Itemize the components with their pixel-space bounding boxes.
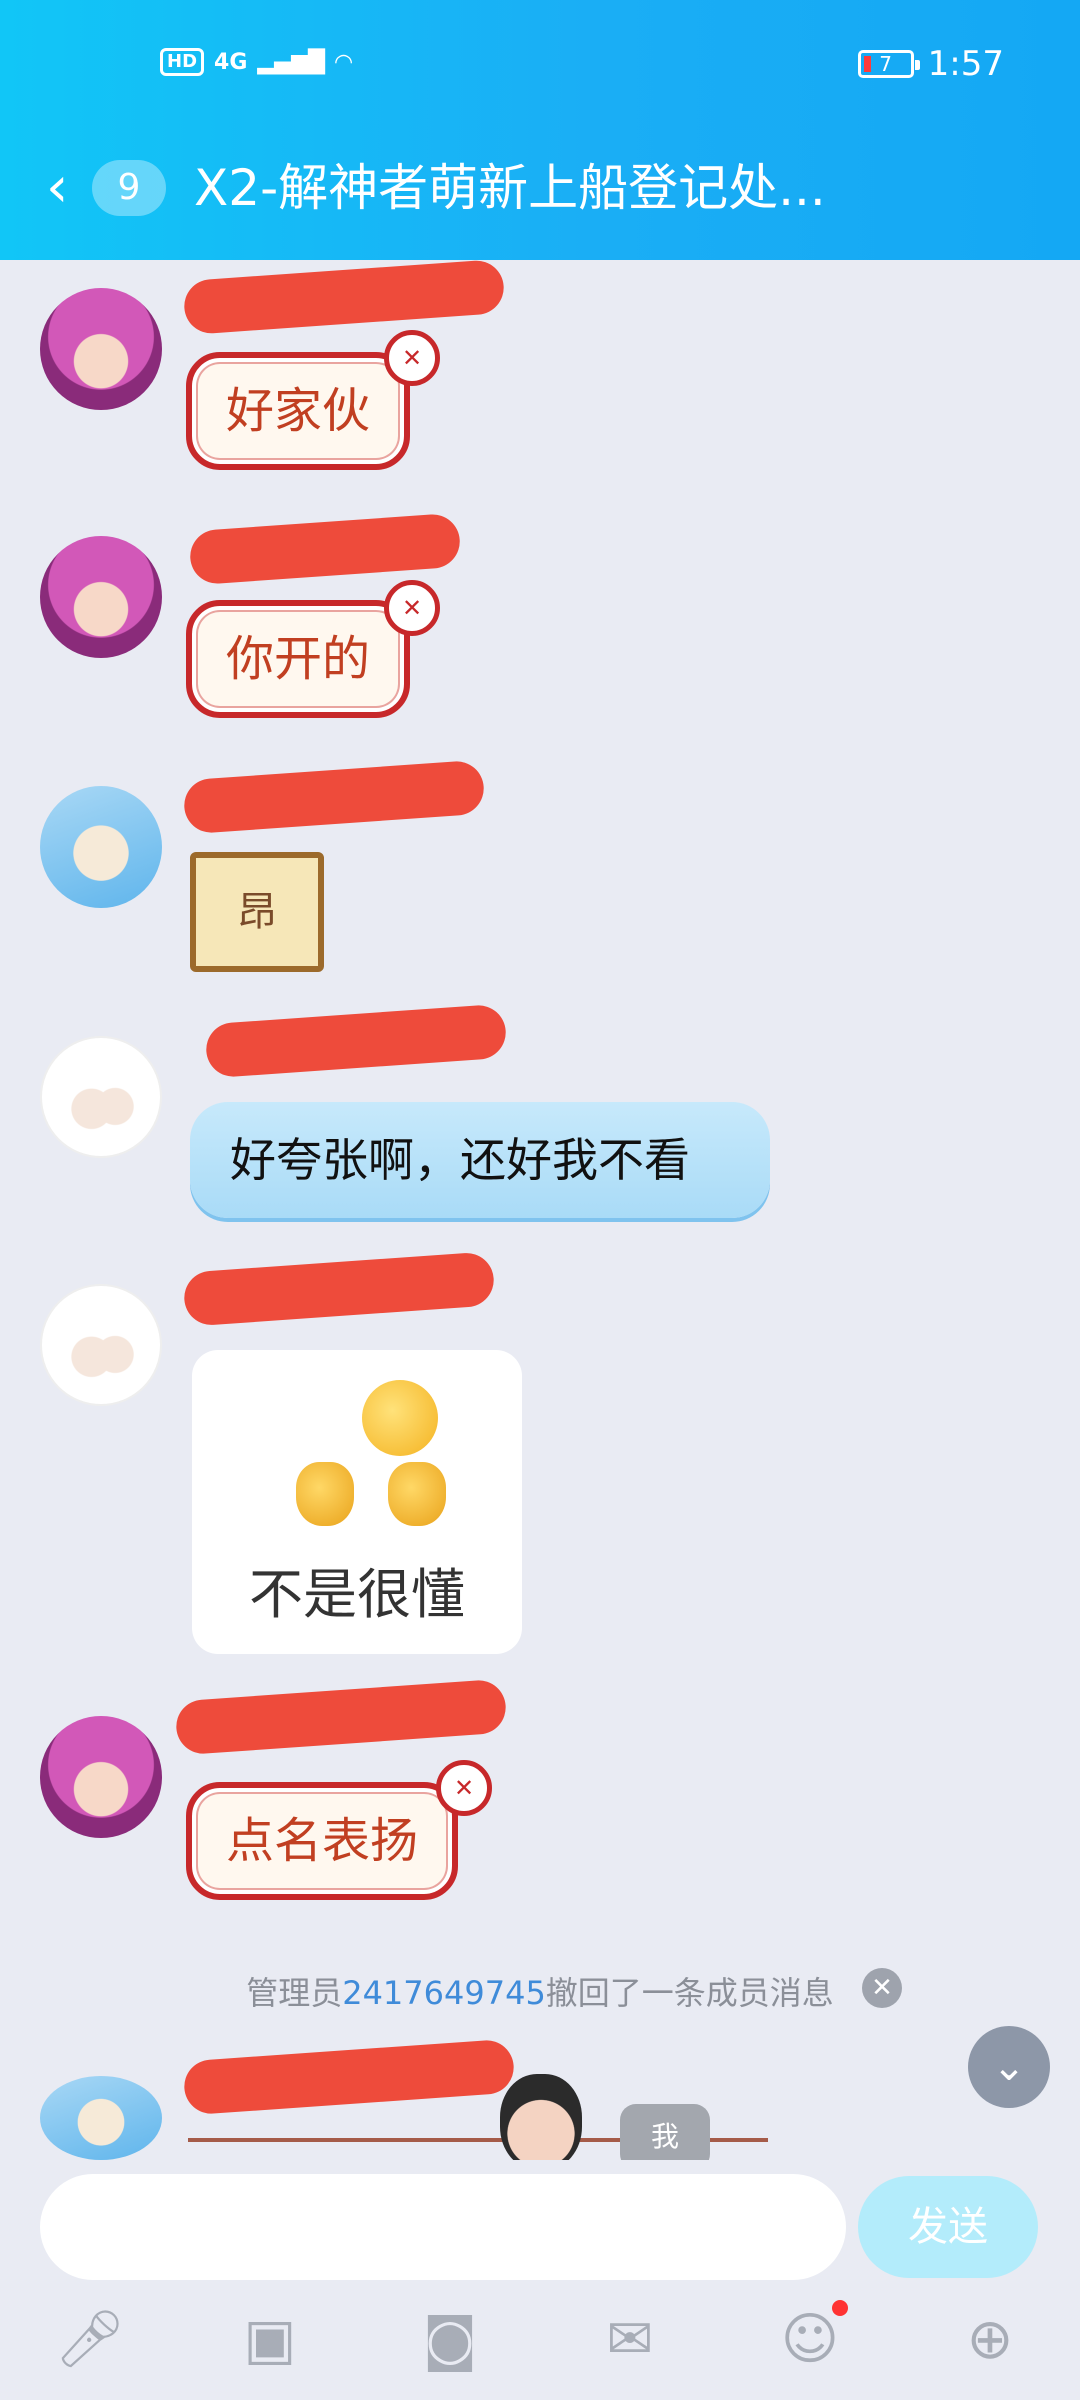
notification-dot xyxy=(832,2300,848,2316)
back-icon[interactable]: ‹ xyxy=(46,158,68,218)
message-bubble[interactable]: 你开的 xyxy=(186,600,411,718)
camera-icon[interactable]: ◙ xyxy=(410,2300,490,2380)
system-notice: 管理员2417649745撤回了一条成员消息 xyxy=(0,1968,1080,2014)
message-text: 你开的 xyxy=(226,631,371,687)
message-text: 好家伙 xyxy=(226,383,371,439)
status-bar: HD 4G ▂▄▆█ ◠ 7 1:57 xyxy=(0,44,1080,94)
message-input[interactable] xyxy=(40,2174,846,2280)
avatar[interactable] xyxy=(40,786,162,908)
signal-icon: ▂▄▆█ xyxy=(257,49,326,75)
emoji-face-icon xyxy=(362,1380,438,1456)
avatar[interactable] xyxy=(40,2076,162,2160)
nav-bar: ‹ 9 X2-解神者萌新上船登记处... xyxy=(0,150,1080,226)
message-text: 好夸张啊，还好我不看 xyxy=(230,1133,690,1187)
close-icon[interactable]: ✕ xyxy=(862,1968,902,2008)
message-bubble[interactable]: 好夸张啊，还好我不看 xyxy=(190,1102,770,1218)
plus-icon[interactable]: ⊕ xyxy=(950,2300,1030,2380)
avatar[interactable] xyxy=(40,288,162,410)
hand-icon xyxy=(296,1462,354,1526)
image-caption: 不是很懂 xyxy=(249,1563,465,1626)
knot-decoration-icon: ✕ xyxy=(384,330,440,386)
clock: 1:57 xyxy=(927,44,1004,84)
sticker-image[interactable]: 昂 xyxy=(190,852,324,972)
battery-icon: 7 xyxy=(857,50,920,78)
avatar[interactable] xyxy=(40,536,162,658)
emoji-icon[interactable]: ☺ xyxy=(770,2300,850,2380)
redacted-name xyxy=(182,1251,496,1327)
redacted-name xyxy=(174,1678,508,1756)
input-bar: 发送 🎤︎ ▣ ◙ ✉ ☺ ⊕ xyxy=(0,2160,1080,2400)
avatar[interactable] xyxy=(40,1284,162,1406)
image-icon[interactable]: ▣ xyxy=(230,2300,310,2380)
hd-indicator: HD xyxy=(160,48,205,76)
unread-badge[interactable]: 9 xyxy=(92,160,166,216)
message-bubble[interactable]: 点名表扬 xyxy=(186,1782,459,1900)
knot-decoration-icon: ✕ xyxy=(436,1760,492,1816)
red-packet-icon[interactable]: ✉ xyxy=(590,2300,670,2380)
wifi-icon: ◠ xyxy=(335,49,352,75)
sticker-text: 昂 xyxy=(237,889,277,935)
battery-level: 7 xyxy=(879,52,892,76)
hand-icon xyxy=(388,1462,446,1526)
scroll-down-button[interactable]: ⌄ xyxy=(968,2026,1050,2108)
toolbar: 🎤︎ ▣ ◙ ✉ ☺ ⊕ xyxy=(0,2300,1080,2390)
redacted-name xyxy=(182,759,486,835)
avatar[interactable] xyxy=(40,1036,162,1158)
redacted-name xyxy=(188,512,462,586)
avatar[interactable] xyxy=(40,1716,162,1838)
status-right: 7 1:57 xyxy=(857,44,1004,84)
status-left: HD 4G ▂▄▆█ ◠ xyxy=(160,48,352,76)
image-message[interactable]: 不是很懂 xyxy=(192,1350,522,1654)
mini-avatar-icon xyxy=(500,2074,582,2170)
chat-header: HD 4G ▂▄▆█ ◠ 7 1:57 ‹ 9 X2-解神者萌新上船登记处... xyxy=(0,0,1080,260)
knot-decoration-icon: ✕ xyxy=(384,580,440,636)
redacted-name xyxy=(182,258,506,336)
microphone-icon[interactable]: 🎤︎ xyxy=(50,2300,130,2380)
notice-suffix: 撤回了一条成员消息 xyxy=(545,1974,834,2012)
message-text: 点名表扬 xyxy=(226,1813,419,1869)
redacted-name xyxy=(182,2038,516,2116)
group-title[interactable]: X2-解神者萌新上船登记处... xyxy=(194,158,826,218)
message-bubble[interactable]: 好家伙 xyxy=(186,352,411,470)
send-button[interactable]: 发送 xyxy=(858,2176,1038,2278)
network-indicator: 4G xyxy=(214,49,248,75)
admin-id-link[interactable]: 2417649745 xyxy=(342,1974,546,2012)
notice-prefix: 管理员 xyxy=(246,1974,343,2012)
redacted-name xyxy=(204,1003,508,1079)
